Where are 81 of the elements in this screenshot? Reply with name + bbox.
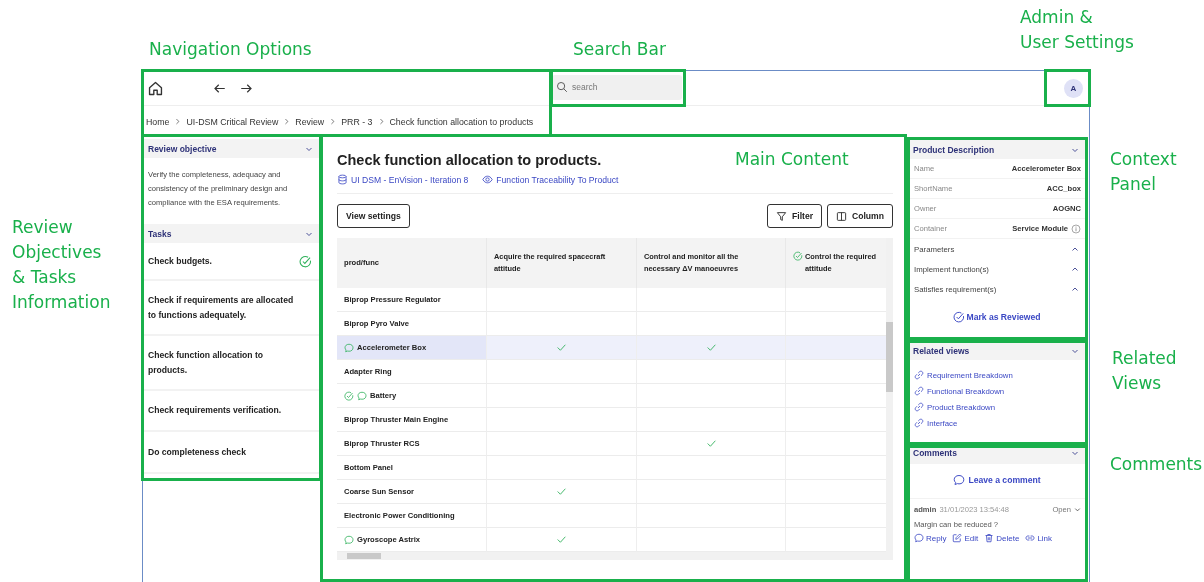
annotation-label: Review Objectives & Tasks Information (12, 216, 111, 314)
reply-button[interactable]: Reply (914, 533, 947, 543)
checkmark-icon (556, 342, 567, 353)
comment-icon (953, 474, 966, 486)
breadcrumb-link[interactable]: UI-DSM Critical Review (186, 116, 279, 127)
user-avatar[interactable]: A (1064, 78, 1083, 98)
filter-button[interactable]: Filter (767, 204, 822, 228)
leave-comment-button[interactable]: Leave a comment (953, 474, 1041, 486)
section-header[interactable]: Product Description (908, 140, 1086, 159)
annotation-label: Search Bar (573, 38, 666, 61)
task-label: Check function allocation to products. (148, 348, 265, 377)
link-icon (1025, 533, 1036, 543)
check-circle-icon (953, 311, 966, 323)
check-circle-icon (299, 254, 312, 268)
checkmark-icon (705, 438, 717, 449)
search-icon (556, 80, 568, 93)
model-link[interactable]: UI DSM - EnVision - Iteration 8 (337, 174, 469, 185)
delete-button[interactable]: Delete (984, 533, 1020, 543)
task-label: Check budgets. (148, 254, 212, 268)
task-item[interactable]: Do completeness check (143, 432, 320, 474)
search-field[interactable]: search (552, 74, 682, 100)
link-icon (914, 418, 924, 428)
breadcrumb-link[interactable]: Check function allocation to products (389, 116, 534, 127)
link-button[interactable]: Link (1025, 533, 1053, 543)
annotation-label: Related Views (1112, 347, 1177, 395)
annotation-label: Admin & User Settings (1020, 6, 1134, 54)
columns-icon (836, 210, 847, 222)
vertical-scrollbar[interactable] (886, 238, 893, 552)
task-label: Check if requirements are allocated to functions adequately. (148, 293, 295, 322)
comment-icon (357, 390, 367, 401)
section-header[interactable]: Review objective (143, 139, 320, 158)
chevron-right-icon (329, 118, 337, 125)
horizontal-scrollbar[interactable] (337, 552, 893, 560)
section-title: Related views (913, 345, 970, 356)
task-label: Check requirements verification. (148, 404, 282, 417)
view-link[interactable]: Function Traceability To Product (482, 174, 619, 185)
database-icon (337, 174, 348, 185)
task-item[interactable]: Check requirements verification. (143, 391, 320, 432)
task-item[interactable]: Check budgets. (143, 243, 320, 281)
breadcrumb-link[interactable]: PRR - 3 (341, 116, 373, 127)
mark-reviewed-button[interactable]: Mark as Reviewed (953, 311, 1041, 323)
annotation-frame (1044, 69, 1091, 107)
section-title: Tasks (148, 228, 172, 239)
annotation-label: Main Content (735, 148, 849, 171)
chevron-right-icon (377, 118, 385, 125)
check-circle-icon (344, 390, 354, 401)
task-item[interactable]: Check function allocation to products. (143, 336, 320, 391)
annotation-label: Navigation Options (149, 38, 312, 61)
task-label: Do completeness check (148, 445, 246, 459)
section-title: Product Description (913, 144, 995, 155)
checkmark-icon (705, 342, 717, 353)
settings-button[interactable]: View settings (337, 204, 410, 228)
checkmark-icon (556, 486, 567, 497)
edit-button[interactable]: Edit (952, 533, 979, 543)
home-icon[interactable] (147, 79, 164, 97)
section-header[interactable]: Tasks (143, 224, 320, 243)
edit-icon (952, 533, 963, 543)
page-title: Check function allocation to products. (337, 152, 602, 170)
section-title: Comments (913, 448, 957, 458)
section-title: Review objective (148, 143, 217, 154)
column-button[interactable]: Column (827, 204, 893, 228)
comment-icon (914, 533, 924, 543)
checkmark-icon (556, 534, 567, 545)
annotation-label: Comments (1110, 453, 1203, 476)
link-icon (914, 402, 924, 412)
check-circle-icon (793, 251, 803, 261)
link-icon (914, 386, 924, 396)
chevron-right-icon (283, 118, 291, 125)
eye-icon (482, 174, 494, 185)
comment-icon (344, 342, 354, 353)
breadcrumb-link[interactable]: Home (146, 116, 170, 127)
task-item[interactable]: Check if requirements are allocated to functions adequately. (143, 281, 320, 336)
annotation-label: Context Panel (1110, 148, 1177, 196)
link-icon (914, 370, 924, 380)
filter-icon (776, 210, 787, 222)
caret-icon (1073, 505, 1082, 514)
info-icon[interactable] (1071, 223, 1081, 234)
breadcrumb-link[interactable]: Review (295, 116, 325, 127)
trash-icon (984, 533, 995, 543)
chevron-right-icon (174, 118, 182, 125)
comment-icon (344, 534, 354, 545)
